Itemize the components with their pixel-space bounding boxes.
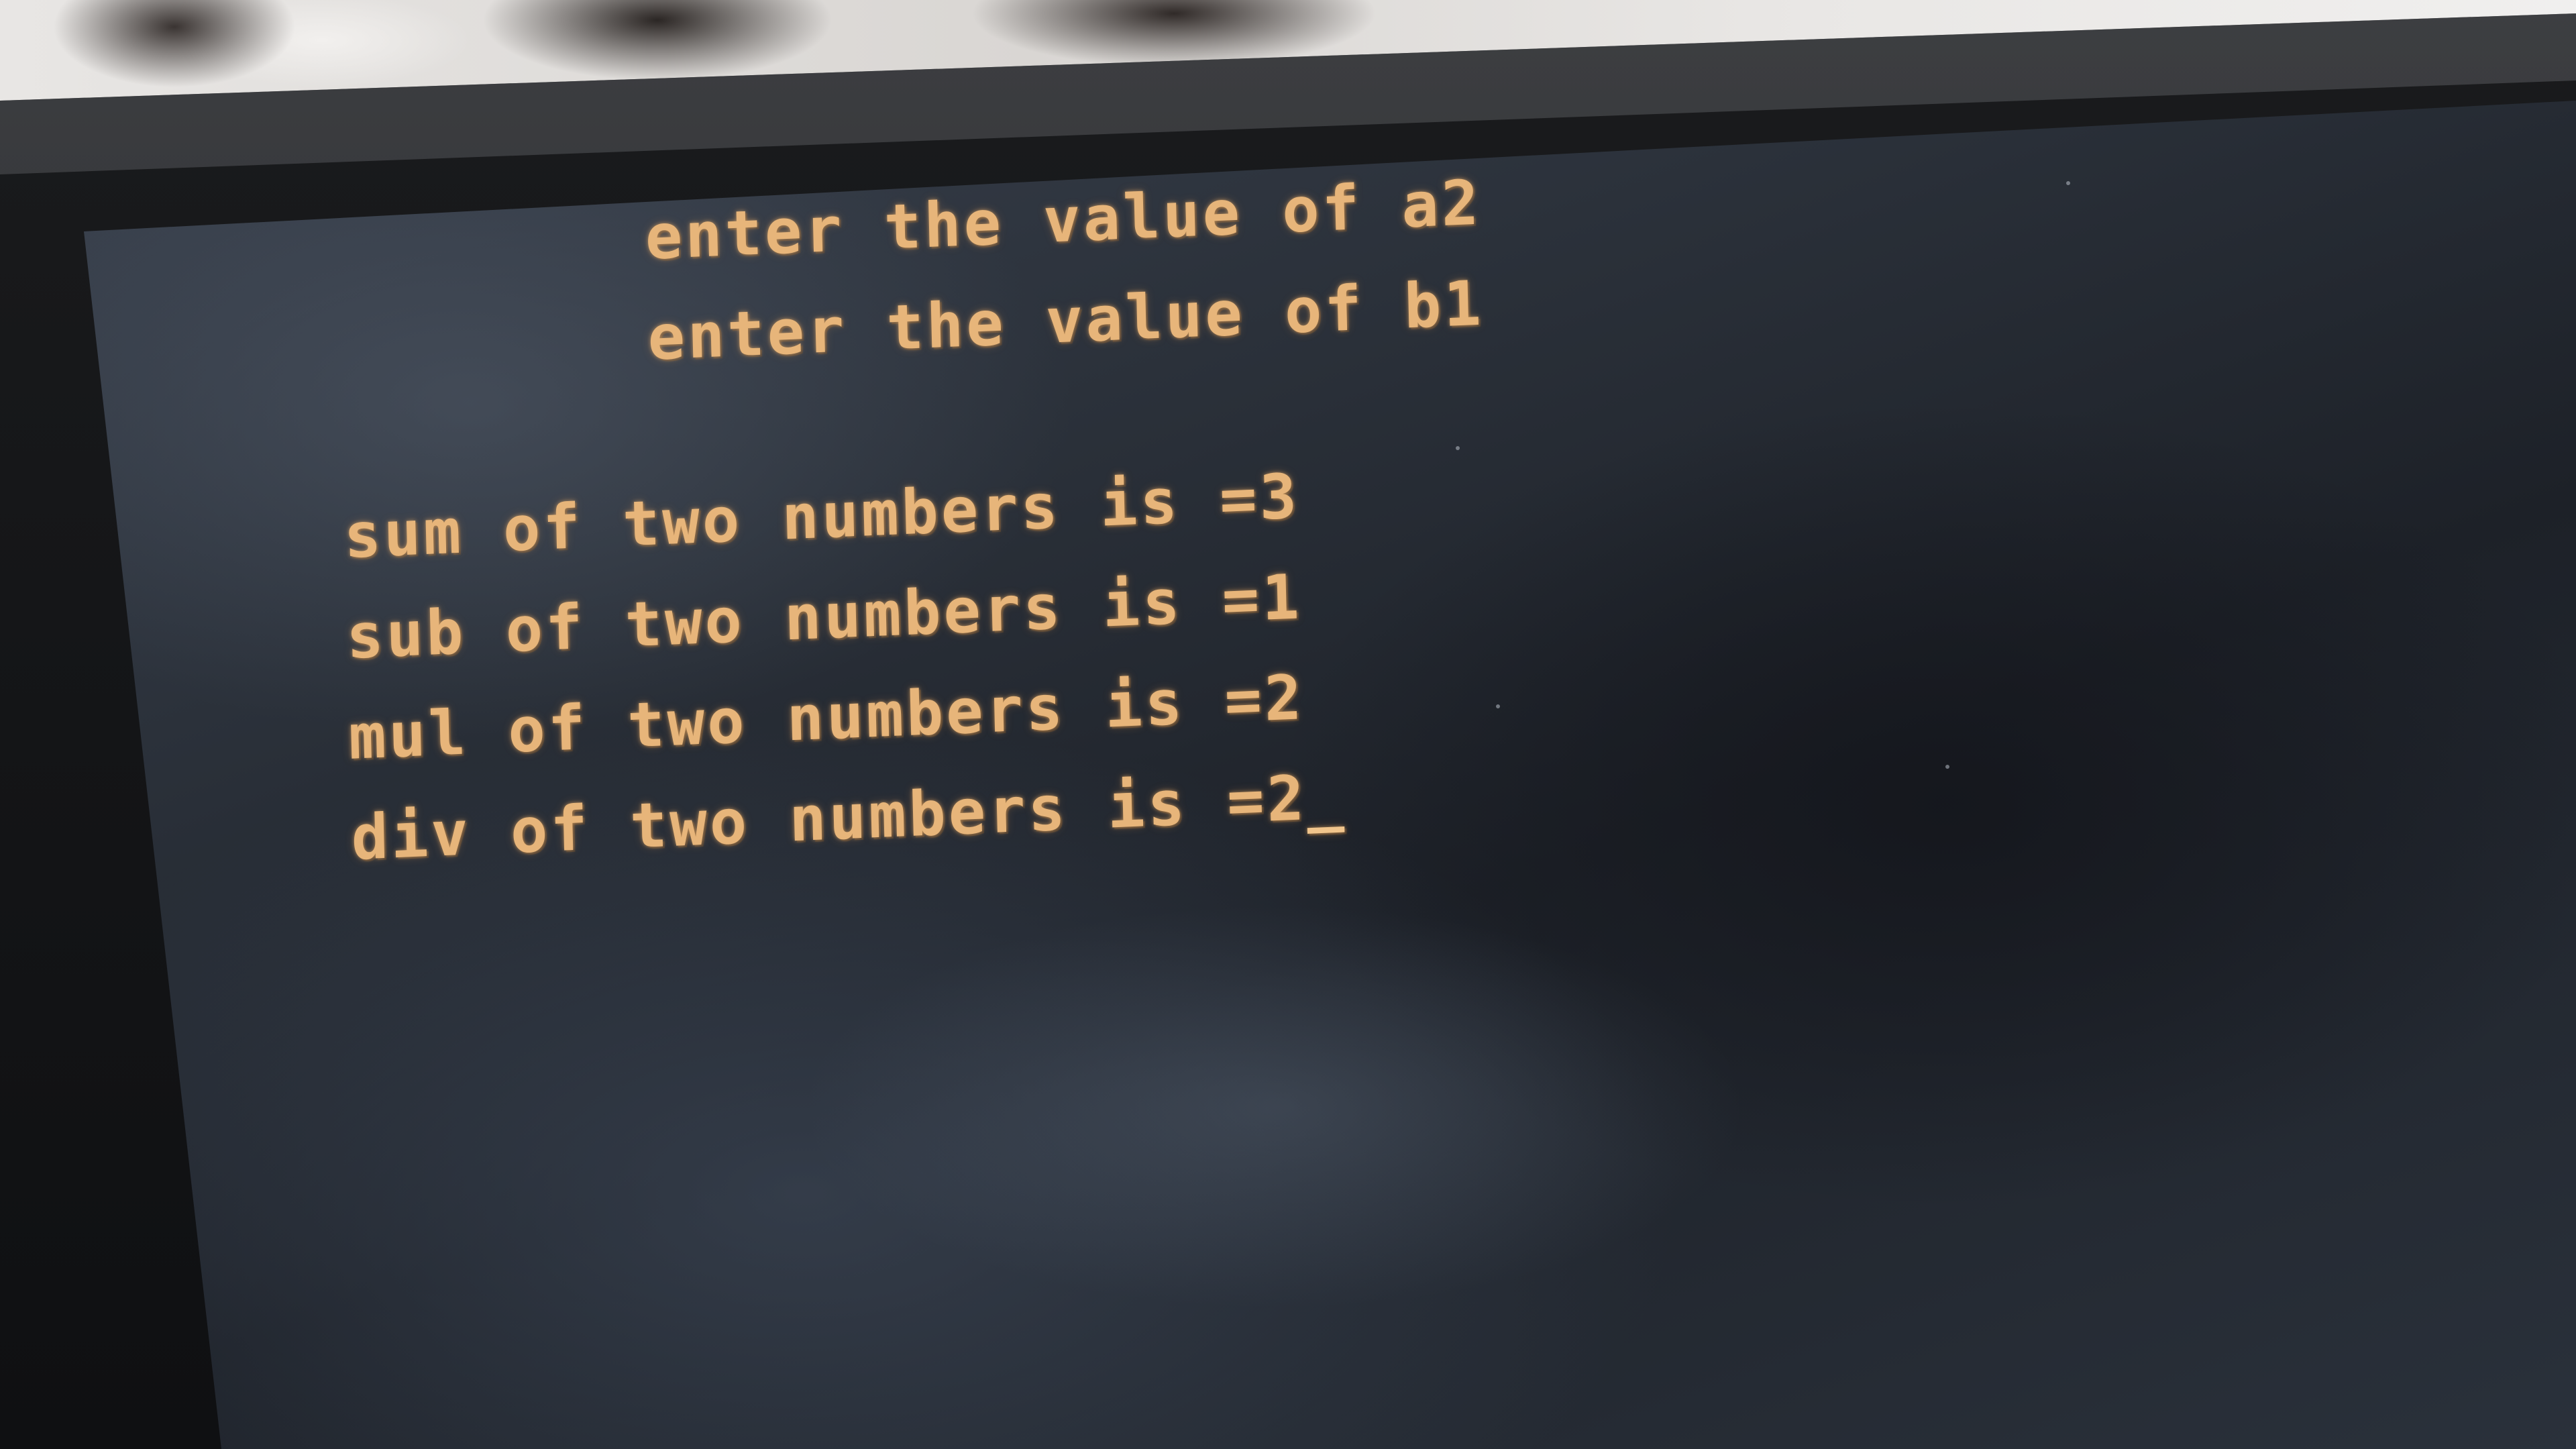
photo-scene: enter the value of a2 enter the value of… (0, 0, 2576, 1449)
screen-dust (2066, 181, 2070, 185)
screen-dust (1945, 765, 1949, 769)
terminal-output: enter the value of a2 enter the value of… (335, 134, 1626, 901)
terminal-cursor: _ (1305, 760, 1348, 835)
terminal-result-line: div of two numbers is =2 (350, 762, 1308, 874)
